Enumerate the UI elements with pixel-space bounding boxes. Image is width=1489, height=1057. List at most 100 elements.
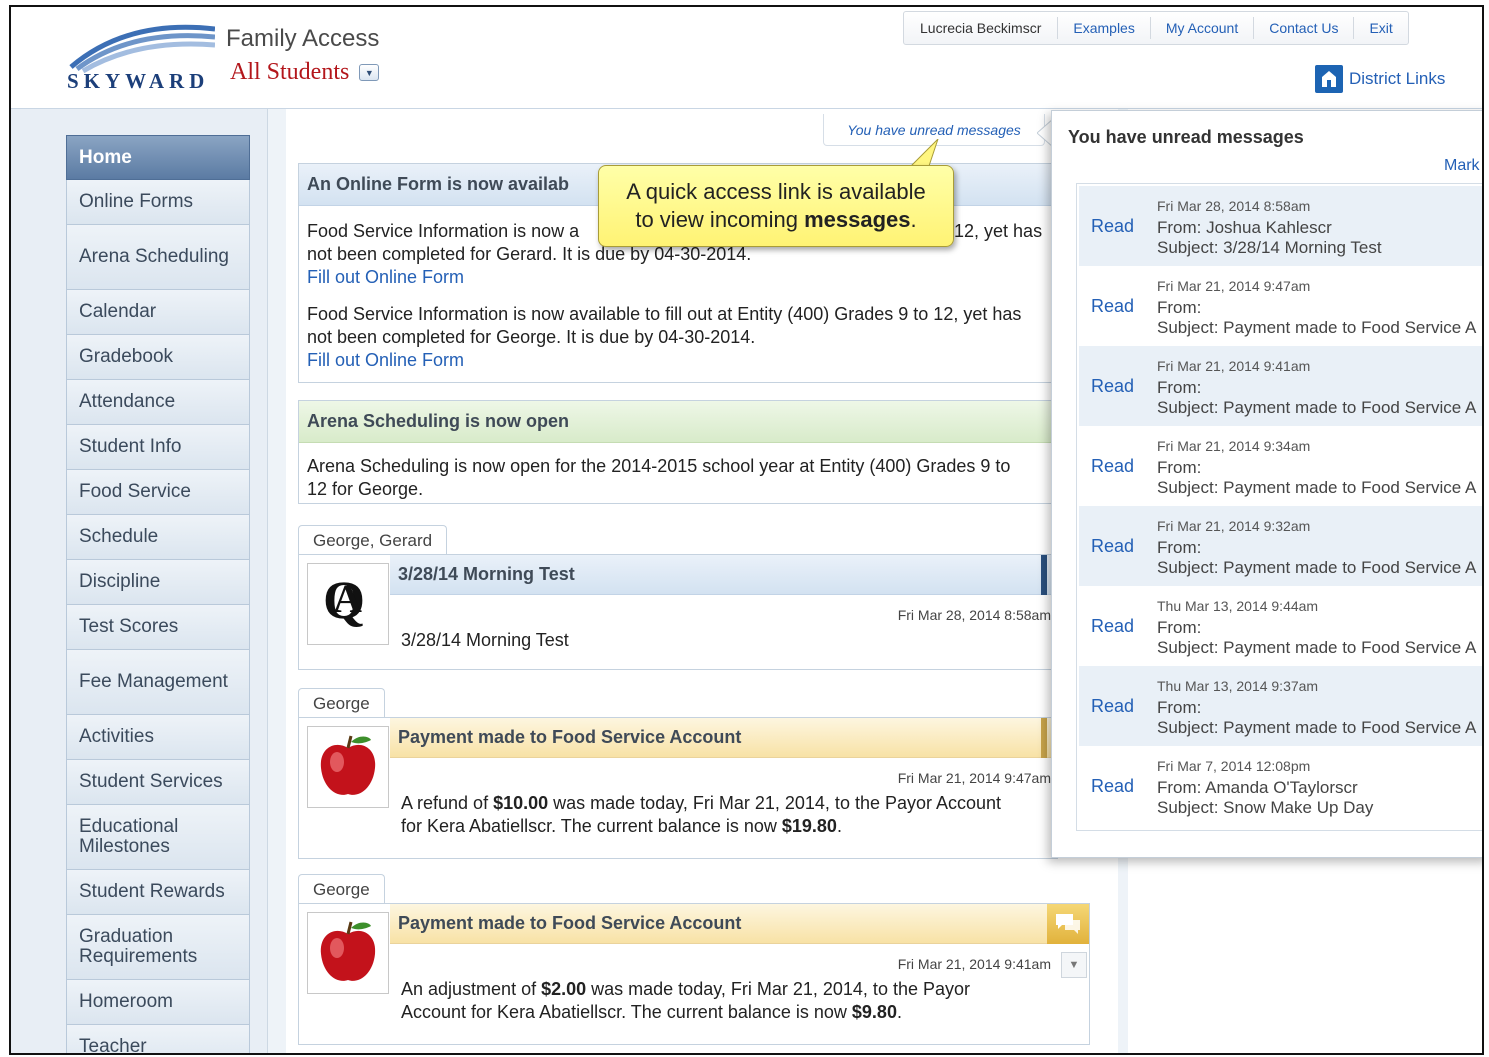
sidebar-item-label: Student Info (79, 436, 182, 457)
callout-text: to view incoming (635, 207, 805, 232)
arena-text: Arena Scheduling is now open for the 201… (299, 455, 1057, 501)
student-selector[interactable]: All Students ▼ (230, 59, 380, 86)
fill-out-form-link[interactable]: Fill out Online Form (307, 350, 464, 370)
building-icon (1315, 65, 1343, 93)
message-card: Payment made to Food Service Account Fri… (298, 717, 1058, 859)
message-strip (1041, 718, 1047, 758)
school-logo: Q A (307, 563, 389, 645)
sidebar-item-homeroom[interactable]: Homeroom (66, 980, 250, 1025)
sidebar-item-fee-management[interactable]: Fee Management (66, 650, 250, 715)
read-link[interactable]: Read (1091, 456, 1134, 477)
sidebar-item-label: Food Service (79, 481, 191, 502)
list-item: Read Fri Mar 21, 2014 9:47am From: Subje… (1079, 266, 1482, 346)
sidebar-item-label: Fee Management (79, 671, 228, 692)
message-card: Q A 3/28/14 Morning Test Fri Mar 28, 201… (298, 554, 1058, 670)
online-form-text-2: Food Service Information is now availabl… (299, 303, 1057, 372)
recipient-tab: George (298, 688, 385, 718)
sidebar-item-label: Online Forms (79, 191, 194, 212)
online-form-text-1c: not been completed for Gerard. It is due… (307, 244, 752, 264)
callout-line-2: to view incoming messages. (599, 206, 953, 234)
sidebar-item-online-forms[interactable]: Online Forms (66, 180, 250, 225)
sidebar-item-label: Home (79, 146, 132, 168)
sidebar-item-label: Schedule (79, 526, 159, 547)
examples-link[interactable]: Examples (1057, 17, 1149, 39)
message-body-text: . (836, 816, 842, 836)
message-strip (1041, 555, 1047, 595)
message-body: 3/28/14 Morning Test (401, 630, 569, 650)
message-from: From: (1157, 698, 1202, 717)
message-body-text: A refund of (401, 793, 494, 813)
sidebar-item-arena-scheduling[interactable]: Arena Scheduling (66, 225, 250, 290)
sidebar-item-graduation-requirements[interactable]: Graduation Requirements (66, 915, 250, 980)
message-subject: Subject: Payment made to Food Service A (1157, 318, 1477, 337)
list-item: Read Fri Mar 7, 2014 12:08pm From: Amand… (1079, 746, 1482, 826)
balance-amount: $9.80 (851, 1002, 897, 1022)
sidebar-item-gradebook[interactable]: Gradebook (66, 335, 250, 380)
header: SKYWARD Family Access All Students ▼ Luc… (11, 7, 1482, 109)
read-link[interactable]: Read (1091, 296, 1134, 317)
sidebar-item-student-info[interactable]: Student Info (66, 425, 250, 470)
chevron-down-icon[interactable]: ▼ (1061, 952, 1087, 978)
message-from: From: Joshua Kahlescr (1157, 218, 1332, 237)
message-subject: Subject: Payment made to Food Service A (1157, 558, 1477, 577)
refund-amount: $10.00 (493, 793, 549, 813)
sidebar-item-label: Activities (79, 726, 154, 747)
read-link[interactable]: Read (1091, 696, 1134, 717)
sidebar-item-label: Arena Scheduling (79, 246, 229, 267)
my-account-link[interactable]: My Account (1149, 17, 1253, 39)
message-date: Fri Mar 21, 2014 9:47am (1157, 278, 1311, 294)
callout-line-1: A quick access link is available (626, 179, 926, 204)
contact-us-link[interactable]: Contact Us (1253, 17, 1353, 39)
read-link[interactable]: Read (1091, 216, 1134, 237)
sidebar-item-schedule[interactable]: Schedule (66, 515, 250, 560)
sidebar-item-test-scores[interactable]: Test Scores (66, 605, 250, 650)
sidebar-item-student-rewards[interactable]: Student Rewards (66, 870, 250, 915)
sidebar-item-label: Gradebook (79, 346, 174, 367)
sidebar-item-food-service[interactable]: Food Service (66, 470, 250, 515)
chevron-down-icon[interactable]: ▼ (359, 64, 380, 81)
exit-link[interactable]: Exit (1353, 17, 1407, 39)
message-subject: Subject: Payment made to Food Service A (1157, 718, 1477, 737)
arena-title: Arena Scheduling is now open (299, 401, 1057, 443)
district-links-button[interactable]: District Links (1315, 65, 1445, 93)
sidebar-item-attendance[interactable]: Attendance (66, 380, 250, 425)
app-frame: SKYWARD Family Access All Students ▼ Luc… (9, 5, 1484, 1055)
message-from: From: (1157, 618, 1202, 637)
adjustment-amount: $2.00 (541, 979, 587, 999)
apple-icon (320, 921, 376, 981)
chat-bubble-icon[interactable] (1047, 904, 1089, 944)
read-link[interactable]: Read (1091, 616, 1134, 637)
list-item: Read Thu Mar 13, 2014 9:44am From: Subje… (1079, 586, 1482, 666)
sidebar-item-label: Homeroom (79, 991, 173, 1012)
sidebar-item-label: Teacher (79, 1036, 147, 1055)
fill-out-form-link[interactable]: Fill out Online Form (307, 267, 464, 287)
sidebar-item-home[interactable]: Home (66, 135, 250, 180)
message-card: Payment made to Food Service Account Fri… (298, 903, 1090, 1045)
message-date: Fri Mar 21, 2014 9:34am (1157, 438, 1311, 454)
sidebar-item-educational-milestones[interactable]: Educational Milestones (66, 805, 250, 870)
sidebar-item-activities[interactable]: Activities (66, 715, 250, 760)
read-link[interactable]: Read (1091, 776, 1134, 797)
message-body-text: An adjustment of (401, 979, 542, 999)
sidebar-item-teacher[interactable]: Teacher (66, 1025, 250, 1055)
list-item: Read Fri Mar 21, 2014 9:34am From: Subje… (1079, 426, 1482, 506)
recipient-tab: George (298, 874, 385, 904)
arena-panel: Arena Scheduling is now open Arena Sched… (298, 400, 1058, 504)
list-item: Read Thu Mar 13, 2014 9:37am From: Subje… (1079, 666, 1482, 746)
sidebar-item-label: Student Services (79, 771, 223, 792)
list-item: Read Fri Mar 28, 2014 8:58am From: Joshu… (1079, 186, 1482, 266)
message-body-text: was made today, Fri Mar 21, 2014, to the… (586, 979, 970, 999)
read-link[interactable]: Read (1091, 536, 1134, 557)
sidebar-item-discipline[interactable]: Discipline (66, 560, 250, 605)
sidebar-item-student-services[interactable]: Student Services (66, 760, 250, 805)
read-link[interactable]: Read (1091, 376, 1134, 397)
user-name: Lucrecia Beckimscr (920, 20, 1042, 36)
school-crest-icon: Q A (323, 570, 365, 630)
mark-all-read-link[interactable]: Mark (1444, 157, 1480, 175)
message-date: Fri Mar 21, 2014 9:47am (897, 770, 1051, 786)
svg-text:A: A (333, 576, 362, 621)
student-selector-label: All Students (230, 59, 350, 85)
sidebar-item-calendar[interactable]: Calendar (66, 290, 250, 335)
online-form-text-2a: Food Service Information is now availabl… (307, 304, 1022, 324)
sidebar-item-label: Attendance (79, 391, 176, 412)
